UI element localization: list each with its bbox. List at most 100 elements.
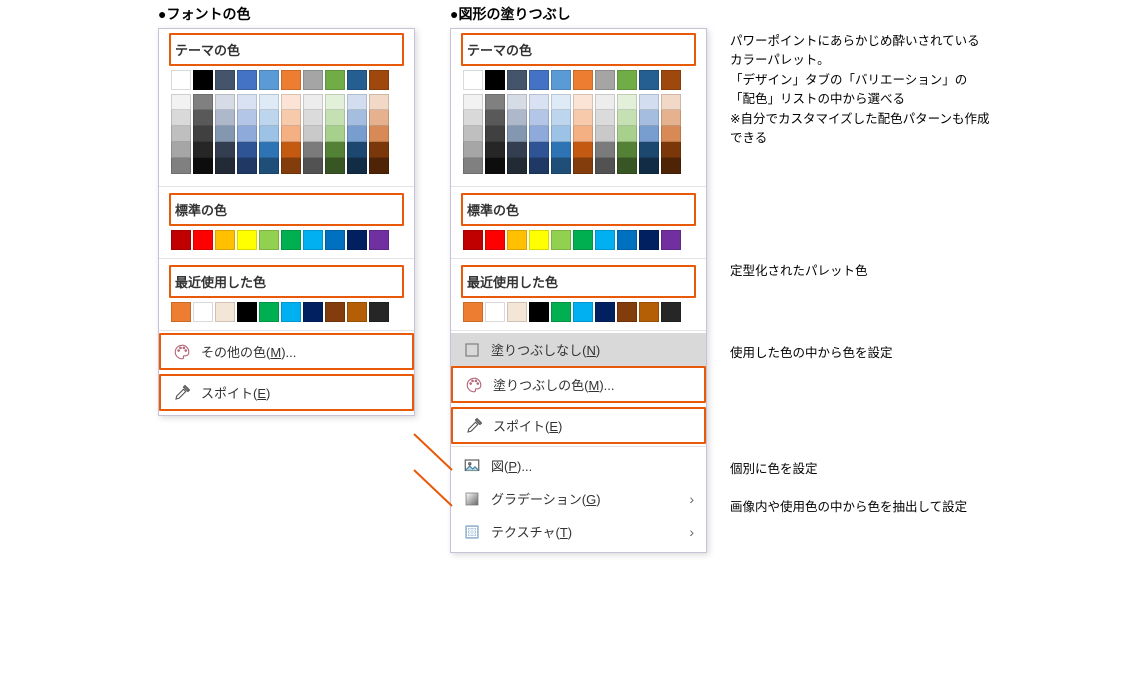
- color-swatch[interactable]: [281, 94, 301, 110]
- color-swatch[interactable]: [303, 70, 323, 90]
- color-swatch[interactable]: [259, 230, 279, 250]
- color-swatch[interactable]: [303, 142, 323, 158]
- color-swatch[interactable]: [325, 158, 345, 174]
- color-swatch[interactable]: [551, 110, 571, 126]
- color-swatch[interactable]: [259, 70, 279, 90]
- color-swatch[interactable]: [347, 70, 367, 90]
- color-swatch[interactable]: [369, 158, 389, 174]
- color-swatch[interactable]: [171, 110, 191, 126]
- color-swatch[interactable]: [595, 94, 615, 110]
- color-swatch[interactable]: [215, 70, 235, 90]
- color-swatch[interactable]: [639, 230, 659, 250]
- color-swatch[interactable]: [215, 142, 235, 158]
- color-swatch[interactable]: [529, 158, 549, 174]
- color-swatch[interactable]: [529, 70, 549, 90]
- color-swatch[interactable]: [551, 158, 571, 174]
- color-swatch[interactable]: [595, 70, 615, 90]
- color-swatch[interactable]: [485, 302, 505, 322]
- color-swatch[interactable]: [347, 230, 367, 250]
- color-swatch[interactable]: [529, 142, 549, 158]
- color-swatch[interactable]: [259, 126, 279, 142]
- eyedropper-item[interactable]: スポイト(E): [159, 374, 414, 411]
- color-swatch[interactable]: [639, 158, 659, 174]
- color-swatch[interactable]: [639, 70, 659, 90]
- color-swatch[interactable]: [303, 158, 323, 174]
- color-swatch[interactable]: [347, 142, 367, 158]
- eyedropper-item[interactable]: スポイト(E): [451, 407, 706, 444]
- color-swatch[interactable]: [237, 302, 257, 322]
- color-swatch[interactable]: [369, 142, 389, 158]
- color-swatch[interactable]: [551, 70, 571, 90]
- color-swatch[interactable]: [595, 158, 615, 174]
- color-swatch[interactable]: [661, 126, 681, 142]
- no-fill-item[interactable]: 塗りつぶしなし(N): [451, 333, 706, 366]
- color-swatch[interactable]: [171, 142, 191, 158]
- more-colors-item[interactable]: その他の色(M)...: [159, 333, 414, 370]
- color-swatch[interactable]: [661, 94, 681, 110]
- color-swatch[interactable]: [529, 230, 549, 250]
- color-swatch[interactable]: [463, 110, 483, 126]
- color-swatch[interactable]: [617, 126, 637, 142]
- color-swatch[interactable]: [259, 158, 279, 174]
- color-swatch[interactable]: [529, 110, 549, 126]
- color-swatch[interactable]: [507, 94, 527, 110]
- gradient-fill-item[interactable]: グラデーション(G) ›: [451, 482, 706, 515]
- color-swatch[interactable]: [281, 230, 301, 250]
- color-swatch[interactable]: [347, 302, 367, 322]
- color-swatch[interactable]: [661, 302, 681, 322]
- color-swatch[interactable]: [595, 230, 615, 250]
- recent-color-row[interactable]: [169, 302, 404, 322]
- color-swatch[interactable]: [369, 126, 389, 142]
- color-swatch[interactable]: [639, 126, 659, 142]
- color-swatch[interactable]: [369, 302, 389, 322]
- picture-fill-item[interactable]: 図(P)...: [451, 449, 706, 482]
- color-swatch[interactable]: [485, 142, 505, 158]
- color-swatch[interactable]: [639, 110, 659, 126]
- color-swatch[interactable]: [573, 126, 593, 142]
- color-swatch[interactable]: [617, 70, 637, 90]
- color-swatch[interactable]: [507, 142, 527, 158]
- color-swatch[interactable]: [507, 110, 527, 126]
- color-swatch[interactable]: [507, 302, 527, 322]
- color-swatch[interactable]: [281, 142, 301, 158]
- color-swatch[interactable]: [463, 158, 483, 174]
- color-swatch[interactable]: [193, 302, 213, 322]
- color-swatch[interactable]: [529, 94, 549, 110]
- color-swatch[interactable]: [485, 126, 505, 142]
- color-swatch[interactable]: [595, 302, 615, 322]
- color-swatch[interactable]: [617, 110, 637, 126]
- color-swatch[interactable]: [237, 126, 257, 142]
- theme-color-row[interactable]: [169, 70, 404, 90]
- color-swatch[interactable]: [325, 110, 345, 126]
- color-swatch[interactable]: [215, 94, 235, 110]
- theme-shade-grid[interactable]: [169, 90, 404, 178]
- color-swatch[interactable]: [369, 230, 389, 250]
- color-swatch[interactable]: [193, 94, 213, 110]
- color-swatch[interactable]: [215, 126, 235, 142]
- color-swatch[interactable]: [259, 302, 279, 322]
- color-swatch[interactable]: [661, 158, 681, 174]
- more-fill-colors-item[interactable]: 塗りつぶしの色(M)...: [451, 366, 706, 403]
- color-swatch[interactable]: [463, 126, 483, 142]
- theme-shade-grid[interactable]: [461, 90, 696, 178]
- color-swatch[interactable]: [193, 110, 213, 126]
- theme-color-row[interactable]: [461, 70, 696, 90]
- color-swatch[interactable]: [617, 94, 637, 110]
- color-swatch[interactable]: [325, 230, 345, 250]
- color-swatch[interactable]: [237, 94, 257, 110]
- color-swatch[interactable]: [303, 302, 323, 322]
- color-swatch[interactable]: [347, 126, 367, 142]
- standard-color-row[interactable]: [461, 230, 696, 250]
- color-swatch[interactable]: [237, 142, 257, 158]
- color-swatch[interactable]: [303, 126, 323, 142]
- color-swatch[interactable]: [325, 94, 345, 110]
- color-swatch[interactable]: [573, 110, 593, 126]
- color-swatch[interactable]: [325, 126, 345, 142]
- color-swatch[interactable]: [661, 142, 681, 158]
- color-swatch[interactable]: [551, 302, 571, 322]
- color-swatch[interactable]: [281, 70, 301, 90]
- color-swatch[interactable]: [281, 158, 301, 174]
- color-swatch[interactable]: [369, 94, 389, 110]
- color-swatch[interactable]: [369, 110, 389, 126]
- color-swatch[interactable]: [347, 158, 367, 174]
